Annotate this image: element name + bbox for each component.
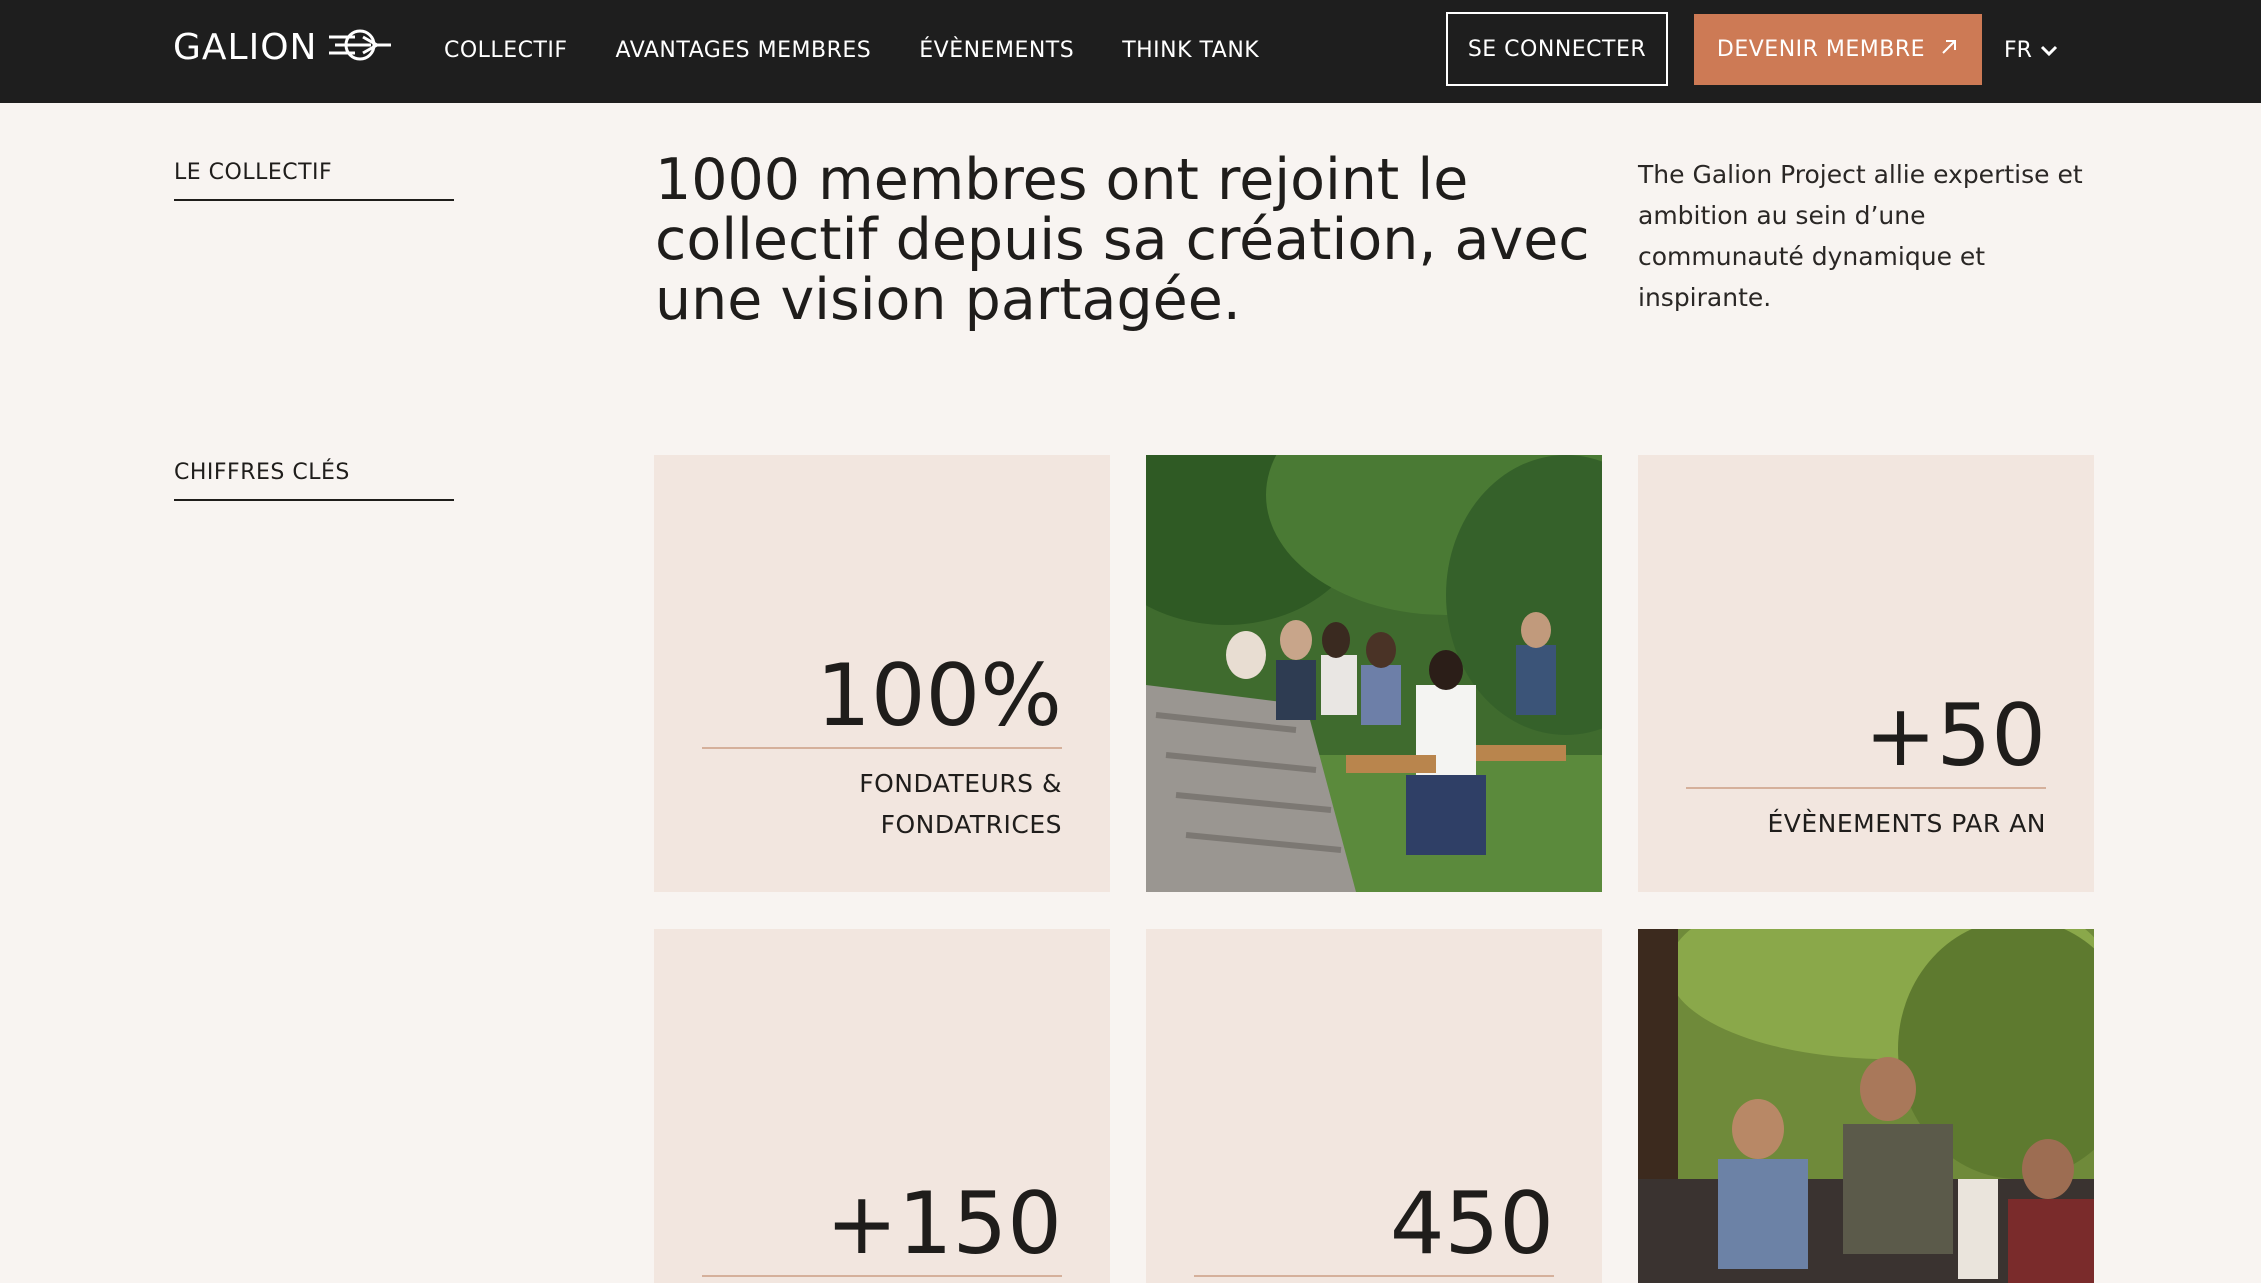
section-label-collectif: LE COLLECTIF <box>174 160 454 201</box>
stat-card-events: +50 ÉVÈNEMENTS PAR AN <box>1638 455 2094 892</box>
nav-link-evenements[interactable]: ÉVÈNEMENTS <box>919 38 1074 63</box>
main-menu: COLLECTIF AVANTAGES MEMBRES ÉVÈNEMENTS T… <box>444 0 1259 100</box>
stat-card-4: 450 <box>1146 929 1602 1283</box>
stat-value: +150 <box>825 1174 1062 1274</box>
page-headline: 1000 membres ont rejoint le collectif de… <box>655 147 1590 333</box>
stat-label-line1: FONDATEURS & <box>859 769 1062 798</box>
login-button[interactable]: SE CONNECTER <box>1446 12 1668 86</box>
top-navigation: GALION COLLECTIF AVANTAGES MEMBRES ÉVÈNE… <box>0 0 2261 103</box>
language-label: FR <box>2004 37 2032 63</box>
galion-logo[interactable]: GALION <box>173 22 393 72</box>
stat-card-founders: 100% FONDATEURS & FONDATRICES <box>654 455 1110 892</box>
stat-value: 450 <box>1389 1174 1554 1274</box>
nav-link-avantages-membres[interactable]: AVANTAGES MEMBRES <box>616 38 872 63</box>
become-member-label: DEVENIR MEMBRE <box>1716 37 1926 62</box>
event-photo-terrace <box>1638 929 2094 1283</box>
language-selector[interactable]: FR <box>2004 30 2058 70</box>
intro-paragraph: The Galion Project allie expertise et am… <box>1638 160 2083 312</box>
nav-link-collectif[interactable]: COLLECTIF <box>444 38 568 63</box>
stat-value: +50 <box>1864 686 2047 786</box>
stat-label-line2: FONDATRICES <box>880 810 1062 839</box>
section-label-key-figures: CHIFFRES CLÉS <box>174 460 454 501</box>
become-member-button[interactable]: DEVENIR MEMBRE <box>1694 14 1982 85</box>
nav-link-think-tank[interactable]: THINK TANK <box>1122 38 1259 63</box>
stat-label-line1: ÉVÈNEMENTS PAR AN <box>1767 809 2046 838</box>
event-photo-garden <box>1146 455 1602 892</box>
stat-card-3: +150 <box>654 929 1110 1283</box>
logo-text: GALION <box>173 26 318 68</box>
stat-value: 100% <box>816 646 1062 746</box>
stat-divider <box>702 747 1062 749</box>
galion-logo-icon <box>327 25 393 69</box>
chevron-down-icon <box>2040 38 2058 63</box>
stat-divider <box>1686 787 2046 789</box>
stat-divider <box>702 1275 1062 1277</box>
arrow-up-right-icon <box>1939 37 1959 63</box>
stat-divider <box>1194 1275 1554 1277</box>
